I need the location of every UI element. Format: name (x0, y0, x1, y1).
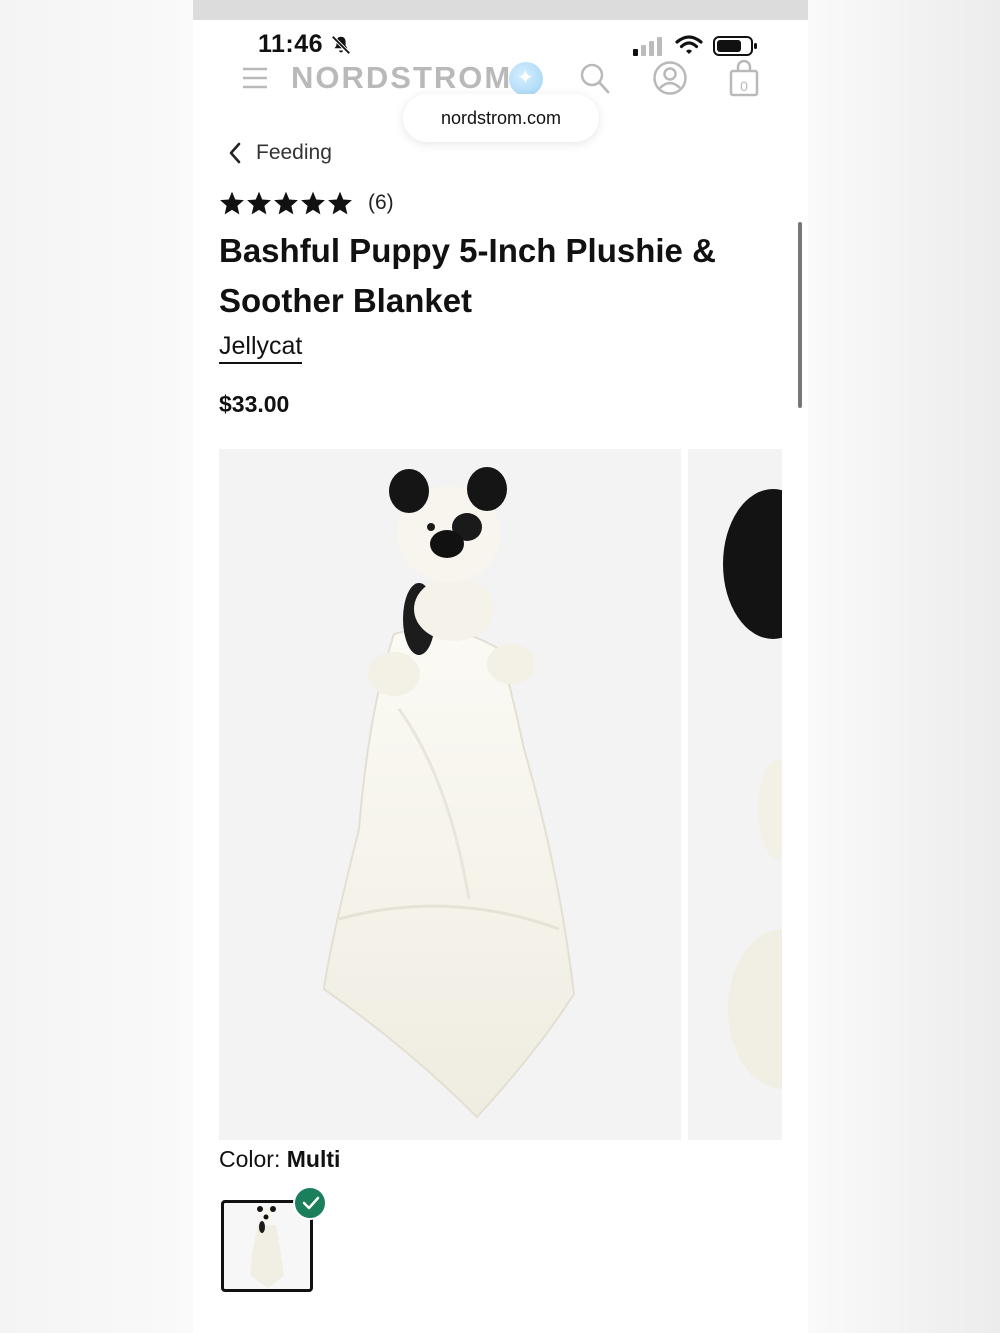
star-icon (247, 191, 271, 215)
star-icon (328, 191, 352, 215)
wifi-icon (675, 35, 703, 54)
puppy-soother-image (322, 467, 576, 1119)
selected-check-icon (293, 1186, 327, 1220)
product-image-next[interactable] (688, 449, 782, 1140)
star-icon (301, 191, 325, 215)
top-strip (193, 0, 808, 20)
rating-stars[interactable]: (6) (219, 190, 394, 216)
hamburger-menu-icon[interactable] (241, 66, 269, 90)
chevron-left-icon (229, 142, 241, 164)
search-icon[interactable] (579, 61, 611, 95)
star-icon (274, 191, 298, 215)
bell-slash-icon (331, 35, 351, 55)
signal-icon (633, 37, 662, 56)
swatch-thumbnail (250, 1206, 284, 1288)
account-icon[interactable] (652, 60, 688, 96)
puppy-closeup-image (723, 489, 782, 1089)
battery-icon (713, 36, 757, 56)
product-price: $33.00 (219, 391, 290, 417)
product-image-main[interactable] (219, 449, 681, 1140)
background-right (808, 0, 1000, 1333)
phone-screen: 11:46 NORDSTROM ✦ 0 nordstrom.com Feedin… (193, 0, 808, 1333)
scrollbar[interactable] (798, 222, 802, 408)
status-time: 11:46 (258, 30, 324, 58)
color-selection: Color: Multi (219, 1146, 340, 1173)
brand-link[interactable]: Jellycat (219, 332, 303, 364)
product-title: Bashful Puppy 5-Inch Plushie & Soother B… (219, 232, 716, 319)
nordstrom-logo[interactable]: NORDSTROM (291, 60, 512, 96)
review-count[interactable]: (6) (368, 191, 394, 215)
breadcrumb-back[interactable]: Feeding (228, 138, 332, 168)
star-icon (220, 191, 244, 215)
color-label: Color: (219, 1146, 281, 1172)
breadcrumb-label: Feeding (256, 141, 332, 164)
color-value: Multi (286, 1146, 341, 1172)
sparkle-assistant-icon[interactable]: ✦ (509, 62, 543, 96)
shopping-bag-icon[interactable]: 0 (728, 60, 760, 98)
background-left (0, 0, 193, 1333)
bag-count: 0 (740, 78, 748, 94)
url-bar[interactable]: nordstrom.com (403, 94, 599, 142)
